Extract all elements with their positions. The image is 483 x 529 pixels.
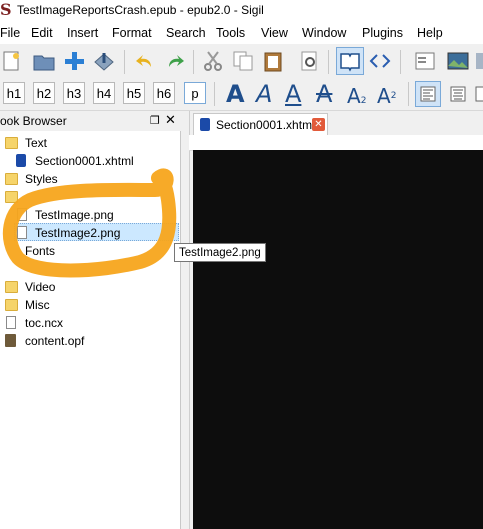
toolbar-separator (408, 82, 409, 106)
heading-h5-button[interactable]: h5 (123, 82, 145, 104)
window-title: TestImageReportsCrash.epub - epub2.0 - S… (17, 3, 264, 17)
tree-label: TestImage2.png (35, 226, 121, 240)
xhtml-file-icon (200, 118, 210, 131)
toolbar-separator (193, 50, 194, 74)
book-browser-title: ook Browser (0, 114, 67, 128)
menu-insert[interactable]: Insert (67, 26, 98, 40)
tree-folder-images[interactable] (0, 188, 180, 206)
find-icon[interactable] (298, 49, 322, 73)
close-icon[interactable]: ✕ (165, 112, 176, 128)
folder-icon (5, 281, 18, 293)
image-file-icon (17, 208, 27, 221)
menu-file[interactable]: File (0, 26, 20, 40)
subscript-icon[interactable]: A2 (347, 82, 366, 115)
save-icon[interactable] (92, 49, 116, 73)
toolbar-separator (214, 82, 215, 106)
menu-view[interactable]: View (261, 26, 288, 40)
tab-section0001[interactable]: Section0001.xhtml ✕ (193, 113, 328, 135)
tree-label: TestImage.png (35, 208, 114, 222)
folder-icon (5, 137, 18, 149)
paragraph-button[interactable]: p (184, 82, 206, 104)
superscript-icon[interactable]: A2 (377, 82, 396, 110)
tree-item-testimage2[interactable]: TestImage2.png (0, 224, 180, 242)
editor-tab-strip (189, 135, 483, 151)
folder-icon (5, 173, 18, 185)
tree-label: Styles (25, 172, 58, 186)
heading-h6-button[interactable]: h6 (153, 82, 175, 104)
toolbar-separator (328, 50, 329, 74)
tree-item-toc[interactable]: toc.ncx (0, 314, 180, 332)
folder-icon (5, 299, 18, 311)
tree-folder-styles[interactable]: Styles (0, 170, 180, 188)
title-bar: S TestImageReportsCrash.epub - epub2.0 -… (0, 0, 483, 22)
bold-icon[interactable]: A (226, 80, 245, 108)
tree-item-section[interactable]: Section0001.xhtml (0, 152, 180, 170)
tree-label: Section0001.xhtml (35, 154, 134, 168)
opf-file-icon (5, 334, 16, 347)
paste-icon[interactable] (261, 49, 285, 73)
tree-folder-text[interactable]: Text (0, 134, 180, 152)
tree-item-testimage[interactable]: TestImage.png (0, 206, 180, 224)
code-view-icon[interactable] (368, 49, 392, 73)
open-folder-icon[interactable] (32, 49, 56, 73)
tree-label: Text (25, 136, 48, 150)
book-view-icon[interactable] (336, 47, 364, 75)
align-center-icon[interactable] (446, 82, 470, 106)
heading-h1-button[interactable]: h1 (3, 82, 25, 104)
insert-image-icon[interactable] (446, 49, 470, 73)
menu-tools[interactable]: Tools (216, 26, 245, 40)
menu-help[interactable]: Help (417, 26, 443, 40)
redo-icon[interactable] (163, 49, 187, 73)
menu-window[interactable]: Window (302, 26, 346, 40)
copy-icon[interactable] (231, 49, 255, 73)
folder-icon (5, 191, 18, 203)
tree-folder-fonts[interactable]: Fonts (0, 242, 170, 260)
heading-h3-button[interactable]: h3 (63, 82, 85, 104)
menu-bar: File Edit Insert Format Search Tools Vie… (0, 22, 483, 44)
book-browser-header: ook Browser ❐ ✕ (0, 111, 180, 132)
tree-label: Misc (25, 298, 50, 312)
tree-folder-video[interactable]: Video (0, 278, 180, 296)
tab-label: Section0001.xhtml (216, 118, 315, 132)
cut-icon[interactable] (201, 49, 225, 73)
tooltip: TestImage2.png (174, 243, 266, 262)
float-icon[interactable]: ❐ (150, 114, 160, 127)
preview-icon[interactable] (413, 49, 437, 73)
undo-icon[interactable] (133, 49, 157, 73)
add-file-icon[interactable] (62, 49, 86, 73)
menu-search[interactable]: Search (166, 26, 206, 40)
align-right-icon[interactable] (474, 82, 483, 106)
tree-folder-misc[interactable]: Misc (0, 296, 180, 314)
xhtml-file-icon (16, 154, 26, 167)
toolbar-separator (124, 50, 125, 74)
image-file-icon (17, 226, 27, 239)
book-view-editor[interactable] (193, 150, 483, 529)
menu-plugins[interactable]: Plugins (362, 26, 403, 40)
tree-item-opf[interactable]: content.opf (0, 332, 180, 350)
menu-edit[interactable]: Edit (31, 26, 53, 40)
toolbar-separator (400, 50, 401, 74)
heading-h4-button[interactable]: h4 (93, 82, 115, 104)
tree-label: toc.ncx (25, 316, 64, 330)
tab-close-icon[interactable]: ✕ (312, 118, 325, 131)
panel-splitter[interactable] (181, 111, 190, 529)
menu-format[interactable]: Format (112, 26, 152, 40)
strikethrough-icon[interactable]: A (316, 80, 332, 108)
sigil-app-icon: S (0, 0, 12, 19)
ncx-file-icon (6, 316, 16, 329)
main-toolbar (0, 44, 483, 78)
insert-special-icon[interactable] (474, 49, 483, 73)
tree-label: content.opf (25, 334, 85, 348)
tree-label: Video (25, 280, 56, 294)
new-file-icon[interactable] (0, 49, 24, 73)
heading-h2-button[interactable]: h2 (33, 82, 55, 104)
italic-icon[interactable]: A (256, 80, 272, 108)
underline-icon[interactable]: A (285, 80, 301, 108)
format-toolbar: h1 h2 h3 h4 h5 h6 p A A A A A2 A2 (0, 78, 483, 111)
tree-label: Fonts (25, 244, 56, 258)
align-left-icon[interactable] (415, 81, 441, 107)
